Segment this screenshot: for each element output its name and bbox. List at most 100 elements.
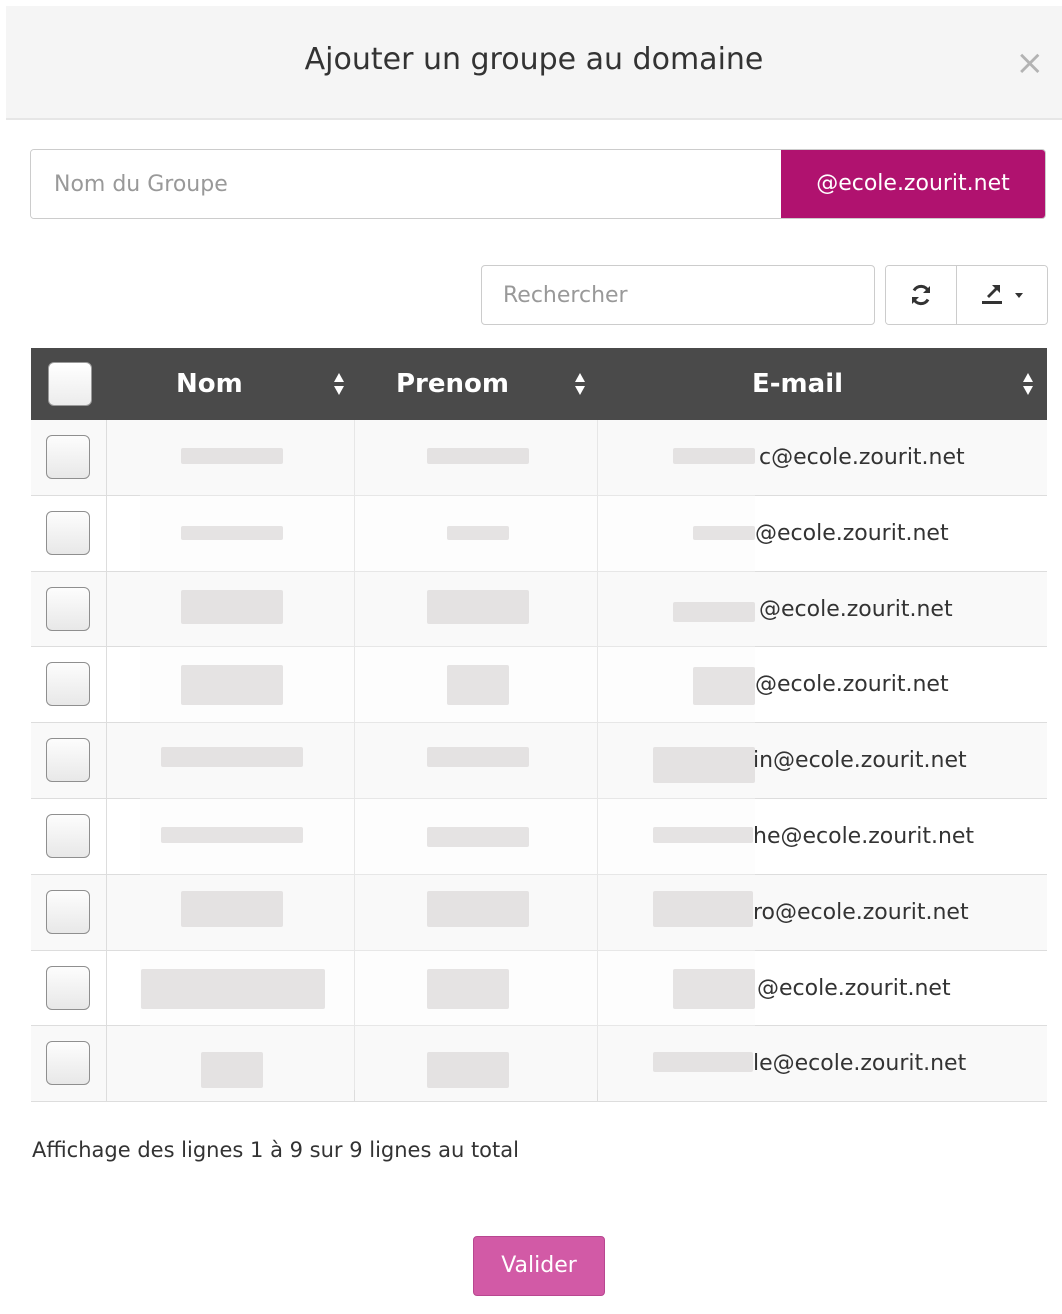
domain-suffix-addon: @ecole.zourit.net bbox=[781, 150, 1045, 218]
redacted-name bbox=[181, 589, 283, 624]
submit-button[interactable]: Valider bbox=[473, 1236, 605, 1296]
sort-icon[interactable] bbox=[333, 372, 345, 396]
row-checkbox[interactable] bbox=[46, 889, 90, 934]
column-divider bbox=[106, 647, 107, 723]
redacted-firstname bbox=[427, 1052, 509, 1089]
column-header-nom[interactable]: Nom bbox=[176, 348, 243, 420]
column-divider bbox=[106, 571, 107, 647]
redacted-firstname bbox=[447, 665, 509, 706]
row-checkbox[interactable] bbox=[46, 813, 90, 858]
table-row[interactable]: le@ecole.zourit.net bbox=[31, 1026, 1047, 1103]
redacted-email-prefix bbox=[673, 968, 755, 1009]
row-checkbox[interactable] bbox=[46, 965, 90, 1010]
redacted-name bbox=[141, 968, 325, 1009]
refresh-icon bbox=[911, 284, 930, 306]
email-cell: in@ecole.zourit.net bbox=[753, 748, 967, 774]
redacted-email-prefix bbox=[653, 747, 755, 784]
table-row[interactable]: he@ecole.zourit.net bbox=[31, 798, 1047, 875]
email-cell: ro@ecole.zourit.net bbox=[753, 899, 969, 925]
column-divider bbox=[597, 647, 598, 723]
column-divider bbox=[354, 798, 355, 874]
table-row[interactable]: in@ecole.zourit.net bbox=[31, 723, 1047, 799]
column-header-prenom[interactable]: Prenom bbox=[396, 348, 509, 420]
row-checkbox[interactable] bbox=[46, 1041, 90, 1086]
column-divider bbox=[597, 571, 598, 647]
close-icon[interactable]: × bbox=[1016, 46, 1045, 80]
chevron-down-icon bbox=[1014, 293, 1023, 298]
column-divider bbox=[106, 420, 107, 495]
row-checkbox[interactable] bbox=[46, 586, 90, 631]
redacted-name bbox=[161, 747, 303, 768]
redacted-firstname bbox=[447, 525, 509, 540]
column-divider bbox=[354, 571, 355, 647]
redacted-email-prefix bbox=[653, 1052, 753, 1073]
redacted-email-prefix bbox=[673, 601, 755, 622]
column-divider bbox=[597, 420, 598, 495]
email-cell: c@ecole.zourit.net bbox=[759, 445, 965, 470]
redacted-name bbox=[181, 890, 283, 927]
modal-title: Ajouter un groupe au domaine bbox=[304, 42, 764, 77]
column-divider bbox=[106, 950, 107, 1026]
redacted-email-prefix bbox=[673, 448, 755, 464]
table-row[interactable]: @ecole.zourit.net bbox=[31, 571, 1047, 648]
refresh-button[interactable] bbox=[886, 266, 957, 324]
row-checkbox[interactable] bbox=[46, 738, 90, 783]
redacted-name bbox=[181, 525, 283, 540]
column-divider bbox=[354, 950, 355, 1026]
column-divider bbox=[597, 723, 598, 798]
select-all-checkbox[interactable] bbox=[48, 362, 92, 406]
redacted-firstname bbox=[427, 826, 529, 847]
modal-header: Ajouter un groupe au domaine × bbox=[6, 6, 1062, 120]
column-divider bbox=[597, 495, 598, 571]
column-divider bbox=[354, 495, 355, 571]
column-divider bbox=[354, 647, 355, 723]
redacted-firstname bbox=[427, 589, 529, 624]
column-divider bbox=[597, 950, 598, 1026]
table-row[interactable]: @ecole.zourit.net bbox=[31, 495, 1047, 572]
table-row[interactable]: c@ecole.zourit.net bbox=[31, 420, 1047, 496]
email-cell: le@ecole.zourit.net bbox=[753, 1051, 967, 1077]
group-name-input-group: @ecole.zourit.net bbox=[30, 149, 1046, 219]
email-cell: he@ecole.zourit.net bbox=[753, 823, 975, 849]
column-divider bbox=[106, 723, 107, 798]
export-dropdown-button[interactable] bbox=[956, 266, 1047, 324]
redacted-firstname bbox=[427, 448, 529, 464]
email-cell: @ecole.zourit.net bbox=[757, 975, 951, 1001]
search-input[interactable] bbox=[481, 265, 875, 325]
email-cell: @ecole.zourit.net bbox=[755, 672, 949, 698]
table-header: Nom Prenom E-mail bbox=[31, 348, 1047, 420]
redacted-email-prefix bbox=[693, 667, 755, 706]
redacted-firstname bbox=[427, 747, 529, 768]
sort-icon[interactable] bbox=[1022, 372, 1034, 396]
column-header-email[interactable]: E-mail bbox=[752, 348, 843, 420]
column-divider bbox=[106, 1026, 107, 1102]
table-bottom-border bbox=[31, 1101, 1047, 1102]
sort-icon[interactable] bbox=[574, 372, 586, 396]
row-checkbox[interactable] bbox=[46, 662, 90, 707]
add-group-modal: Ajouter un groupe au domaine × @ecole.zo… bbox=[0, 0, 1062, 1314]
redacted-email-prefix bbox=[653, 890, 753, 927]
column-divider bbox=[597, 874, 598, 950]
column-divider bbox=[354, 723, 355, 798]
table-toolbar-buttons bbox=[885, 265, 1048, 325]
redacted-name bbox=[201, 1052, 263, 1089]
email-cell: @ecole.zourit.net bbox=[755, 520, 949, 546]
table-row[interactable]: ro@ecole.zourit.net bbox=[31, 874, 1047, 951]
group-name-input[interactable] bbox=[31, 150, 783, 218]
table-row[interactable]: @ecole.zourit.net bbox=[31, 647, 1047, 724]
row-checkbox[interactable] bbox=[46, 510, 90, 555]
column-divider bbox=[597, 1026, 598, 1102]
column-divider bbox=[354, 1026, 355, 1102]
row-checkbox[interactable] bbox=[46, 435, 90, 479]
table-body: c@ecole.zourit.net @ecole.zourit.net @ec… bbox=[31, 420, 1047, 1103]
redacted-firstname bbox=[427, 890, 529, 927]
column-divider bbox=[106, 798, 107, 874]
email-cell: @ecole.zourit.net bbox=[759, 596, 953, 622]
column-divider bbox=[106, 874, 107, 950]
table-row[interactable]: @ecole.zourit.net bbox=[31, 950, 1047, 1027]
pagination-info: Affichage des lignes 1 à 9 sur 9 lignes … bbox=[32, 1138, 519, 1162]
column-divider bbox=[597, 798, 598, 874]
column-divider bbox=[354, 420, 355, 495]
redacted-name bbox=[161, 826, 303, 843]
column-divider bbox=[106, 495, 107, 571]
